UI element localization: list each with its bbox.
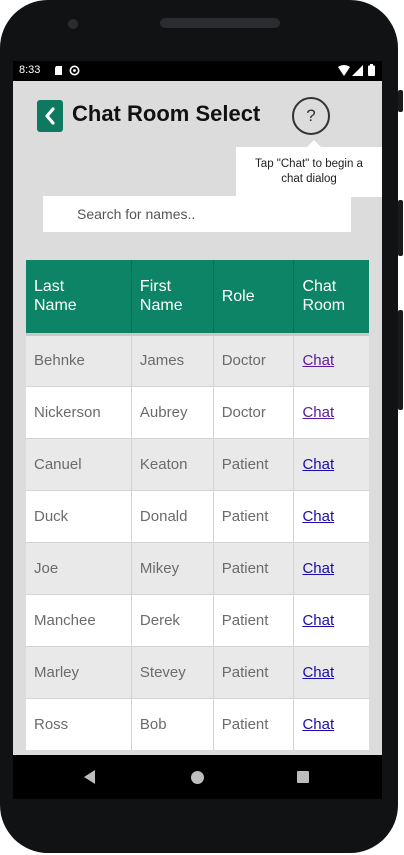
chat-link[interactable]: Chat [302, 404, 334, 421]
table-header-row: Last Name First Name Role Chat Room [26, 260, 369, 334]
battery-icon [368, 64, 375, 76]
cell-role: Patient [213, 438, 295, 490]
table-row: Duck Donald Patient Chat [26, 490, 369, 542]
cell-first-name: Keaton [131, 438, 214, 490]
cell-role: Patient [213, 646, 295, 698]
chat-link[interactable]: Chat [302, 508, 334, 525]
cell-last-name: Joe [26, 542, 132, 594]
volume-down-button[interactable] [398, 310, 403, 410]
status-bar: 8:33 [13, 61, 382, 81]
chat-link[interactable]: Chat [302, 456, 334, 473]
front-camera [68, 19, 78, 29]
table-row: Joe Mikey Patient Chat [26, 542, 369, 594]
cell-last-name: Behnke [26, 334, 132, 386]
table-row: Manchee Derek Patient Chat [26, 594, 369, 646]
cell-chat: Chat [294, 594, 369, 646]
table-row: Marley Stevey Patient Chat [26, 646, 369, 698]
app-screen: 8:33 Chat Room Select ? Tap "Chat" to be… [13, 61, 382, 755]
cell-chat: Chat [294, 386, 369, 438]
cell-role: Doctor [213, 334, 295, 386]
wifi-icon [338, 65, 350, 76]
cell-first-name: Stevey [131, 646, 214, 698]
column-header-first-name: First Name [131, 260, 214, 334]
cell-role: Patient [213, 594, 295, 646]
cell-chat: Chat [294, 646, 369, 698]
chat-link[interactable]: Chat [302, 612, 334, 629]
system-nav-bar [13, 755, 382, 799]
column-header-last-name: Last Name [26, 260, 132, 334]
table-row: Behnke James Doctor Chat [26, 334, 369, 386]
cell-last-name: Marley [26, 646, 132, 698]
cell-chat: Chat [294, 334, 369, 386]
cell-chat: Chat [294, 542, 369, 594]
column-header-chat-room: Chat Room [302, 278, 346, 315]
app-header: Chat Room Select ? [13, 81, 382, 141]
cell-first-name: Derek [131, 594, 214, 646]
table-row: Nickerson Aubrey Doctor Chat [26, 386, 369, 438]
cell-role: Patient [213, 542, 295, 594]
search-input[interactable] [43, 196, 351, 232]
cell-first-name: Bob [131, 698, 214, 750]
nav-home-icon[interactable] [191, 771, 204, 784]
cell-last-name: Ross [26, 698, 132, 750]
column-header-role: Role [213, 260, 295, 334]
cell-first-name: Mikey [131, 542, 214, 594]
cell-first-name: Donald [131, 490, 214, 542]
back-button[interactable] [37, 100, 63, 132]
nav-back-icon[interactable] [84, 770, 95, 784]
table-row: Ross Bob Patient Chat [26, 698, 369, 750]
cell-role: Patient [213, 490, 295, 542]
page-title: Chat Room Select [72, 101, 261, 126]
cell-role: Patient [213, 698, 295, 750]
chevron-left-icon [45, 107, 55, 125]
sd-card-icon [55, 66, 62, 75]
nav-recents-icon[interactable] [297, 771, 309, 783]
cell-last-name: Canuel [26, 438, 132, 490]
cell-last-name: Nickerson [26, 386, 132, 438]
cell-chat: Chat [294, 438, 369, 490]
chat-link[interactable]: Chat [302, 716, 334, 733]
status-time: 8:33 [19, 64, 41, 76]
cell-chat: Chat [294, 490, 369, 542]
tooltip-line-2: chat dialog [281, 173, 337, 185]
help-button[interactable]: ? [292, 97, 330, 135]
earpiece-speaker [160, 18, 280, 28]
chat-link[interactable]: Chat [302, 664, 334, 681]
power-button[interactable] [398, 90, 403, 112]
table-row: Canuel Keaton Patient Chat [26, 438, 369, 490]
sync-icon [69, 65, 80, 76]
cell-last-name: Manchee [26, 594, 132, 646]
cell-first-name: James [131, 334, 214, 386]
cell-first-name: Aubrey [131, 386, 214, 438]
chat-room-table: Last Name First Name Role Chat Room Behnke … [26, 260, 369, 750]
cell-last-name: Duck [26, 490, 132, 542]
chat-link[interactable]: Chat [302, 560, 334, 577]
cell-role: Doctor [213, 386, 295, 438]
volume-up-button[interactable] [398, 200, 403, 256]
tooltip-line-1: Tap "Chat" to begin a [255, 158, 363, 170]
help-tooltip: Tap "Chat" to begin a chat dialog [236, 147, 382, 197]
signal-icon [352, 65, 363, 76]
cell-chat: Chat [294, 698, 369, 750]
chat-link[interactable]: Chat [302, 352, 334, 369]
